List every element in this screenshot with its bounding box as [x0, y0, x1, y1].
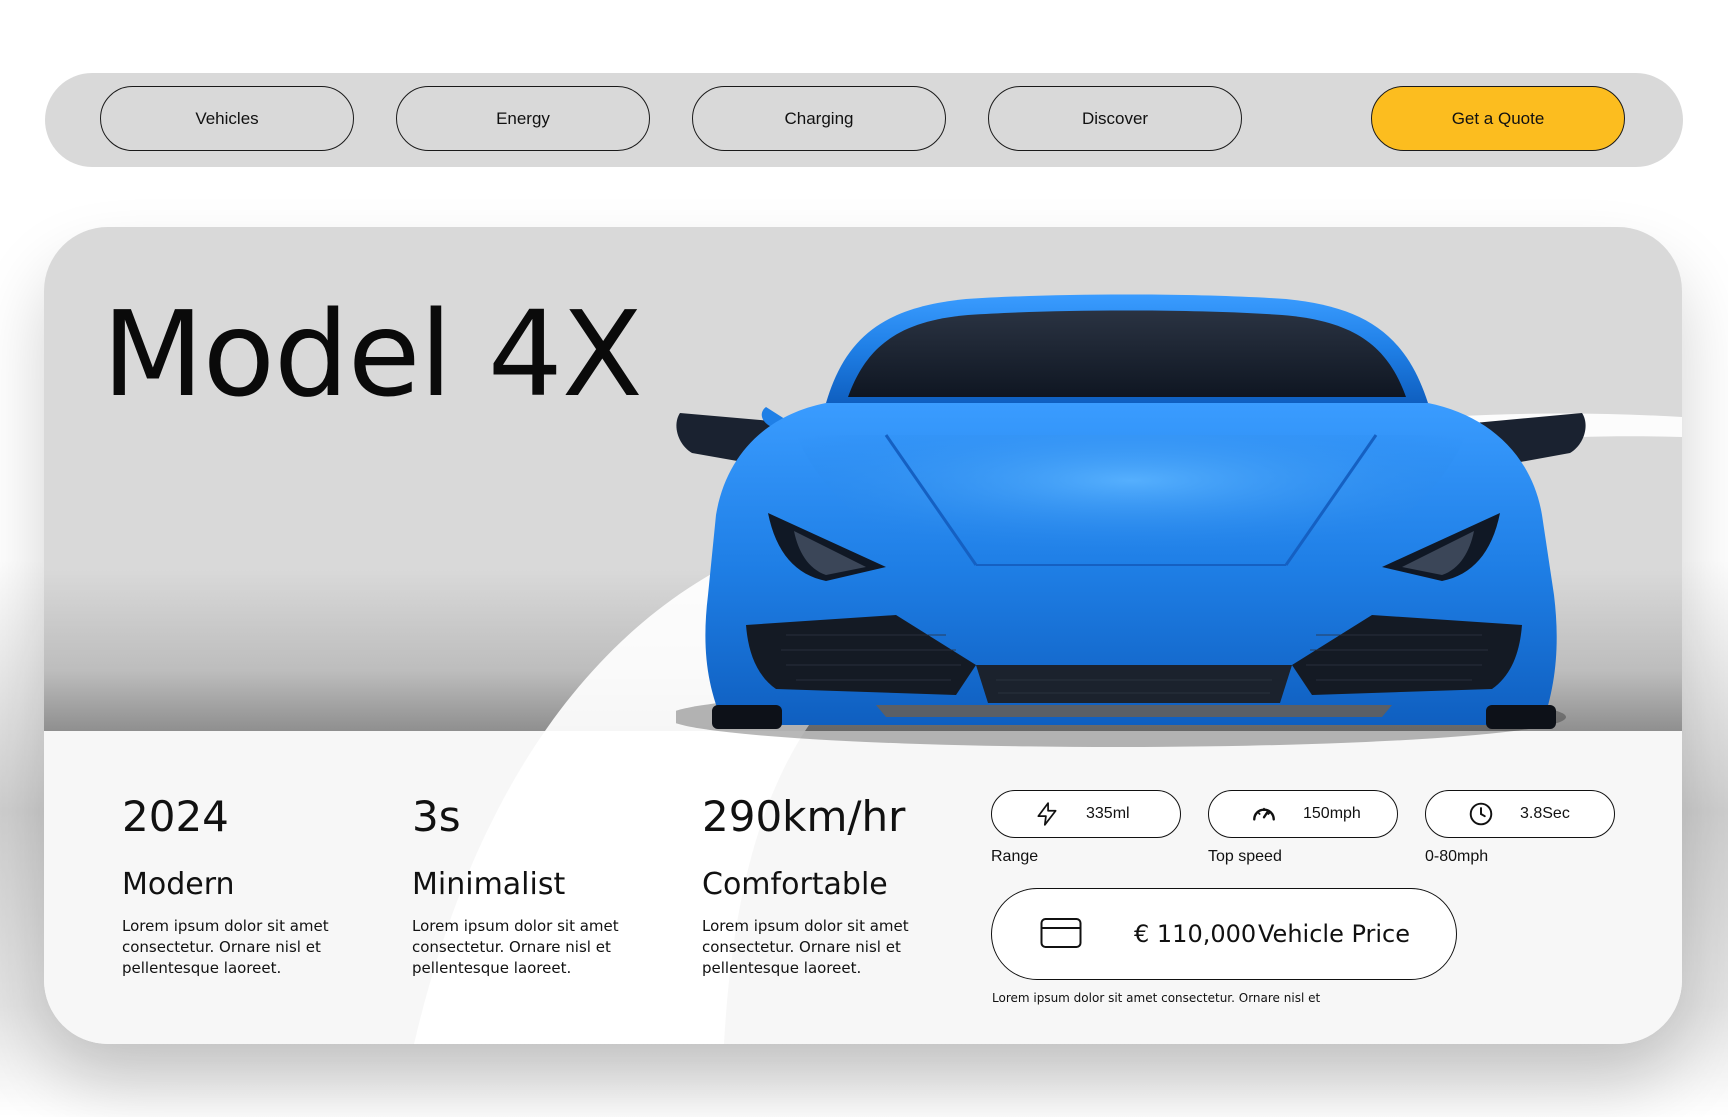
model-title: Model 4X: [102, 285, 643, 423]
feature-name: Minimalist: [412, 867, 566, 902]
nav-charging-button[interactable]: Charging: [692, 86, 946, 151]
credit-card-icon: [1040, 918, 1082, 948]
spec-value: 150mph: [1303, 805, 1361, 822]
spec-label: 0-80mph: [1425, 848, 1489, 865]
feature-stat: 290km/hr: [702, 792, 906, 841]
clock-icon: [1469, 802, 1493, 826]
lightning-icon: [1037, 802, 1057, 826]
feature-comfortable: 290km/hr Comfortable Lorem ipsum dolor s…: [702, 796, 972, 979]
feature-stat: 3s: [412, 792, 461, 841]
spec-value: 335ml: [1086, 805, 1130, 822]
spec-value: 3.8Sec: [1520, 805, 1570, 822]
feature-stat: 2024: [122, 792, 229, 841]
spec-acceleration-pill[interactable]: 3.8Sec: [1425, 790, 1615, 838]
nav-discover-button[interactable]: Discover: [988, 86, 1242, 151]
feature-name: Modern: [122, 867, 235, 902]
spec-label: Range: [991, 848, 1039, 865]
spec-range: 335ml Range: [991, 790, 1181, 866]
feature-description: Lorem ipsum dolor sit amet consectetur. …: [412, 917, 619, 977]
nav-energy-button[interactable]: Energy: [396, 86, 650, 151]
spec-top-speed: 150mph Top speed: [1208, 790, 1398, 866]
top-nav: Vehicles Energy Charging Discover Get a …: [45, 73, 1683, 167]
vehicle-price-button[interactable]: € 110,000 Vehicle Price: [991, 888, 1457, 980]
vehicle-price-amount: € 110,000: [1134, 920, 1257, 948]
feature-description: Lorem ipsum dolor sit amet consectetur. …: [122, 917, 329, 977]
speedometer-icon: [1253, 807, 1275, 821]
feature-description: Lorem ipsum dolor sit amet consectetur. …: [702, 917, 909, 977]
feature-name: Comfortable: [702, 867, 888, 902]
spec-label: Top speed: [1208, 848, 1282, 865]
feature-modern: 2024 Modern Lorem ipsum dolor sit amet c…: [122, 796, 392, 979]
nav-vehicles-button[interactable]: Vehicles: [100, 86, 354, 151]
spec-range-pill[interactable]: 335ml: [991, 790, 1181, 838]
spec-acceleration: 3.8Sec 0-80mph: [1425, 790, 1615, 866]
hero-card: Model 4X 2024 Modern Lorem ipsum dolor s…: [44, 227, 1682, 1044]
price-note: Lorem ipsum dolor sit amet consectetur. …: [992, 991, 1321, 1005]
vehicle-price-label: Vehicle Price: [1258, 920, 1411, 948]
car-image: [676, 294, 1586, 747]
spec-top-speed-pill[interactable]: 150mph: [1208, 790, 1398, 838]
get-a-quote-button[interactable]: Get a Quote: [1371, 86, 1625, 151]
feature-minimalist: 3s Minimalist Lorem ipsum dolor sit amet…: [412, 796, 682, 979]
